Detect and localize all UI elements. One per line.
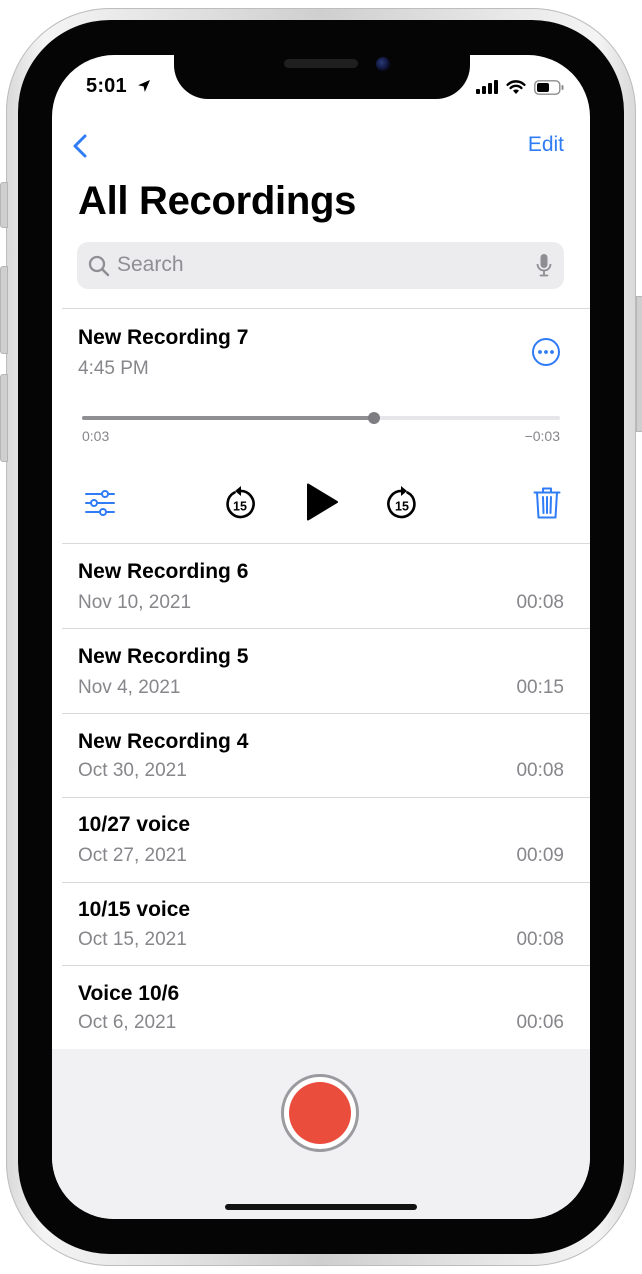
recording-duration: 00:09 (516, 845, 564, 866)
skip-forward-button[interactable]: 15 (382, 483, 422, 523)
recording-duration: 00:15 (516, 677, 564, 698)
recording-duration: 00:08 (516, 592, 564, 613)
recording-date: Oct 30, 2021 (78, 760, 187, 781)
recording-date: Oct 27, 2021 (78, 845, 187, 866)
status-time: 5:01 (86, 75, 151, 98)
recording-date: Nov 10, 2021 (78, 592, 192, 613)
skip-forward-seconds: 15 (395, 500, 409, 514)
chevron-left-icon (73, 134, 87, 158)
divider (62, 308, 590, 309)
more-options-button[interactable] (531, 337, 561, 367)
volume-up-button (0, 266, 8, 354)
recording-duration: 00:06 (516, 1012, 564, 1033)
skip-back-button[interactable]: 15 (220, 483, 260, 523)
record-dot-icon (289, 1082, 351, 1144)
mic-icon[interactable] (536, 253, 552, 278)
search-bar[interactable] (77, 242, 564, 289)
recording-duration: 00:08 (516, 929, 564, 950)
search-icon (88, 255, 110, 277)
list-item[interactable]: New Recording 4 Oct 30, 2021 00:08 (52, 713, 590, 797)
selected-recording-name[interactable]: New Recording 7 (78, 326, 248, 350)
selected-recording-time: 4:45 PM (78, 358, 149, 379)
remaining-time: −0:03 (524, 428, 560, 444)
list-item[interactable]: 10/27 voice Oct 27, 2021 00:09 (52, 797, 590, 882)
back-button[interactable] (66, 131, 96, 161)
power-button (636, 296, 642, 432)
elapsed-time: 0:03 (82, 428, 110, 444)
ellipsis-circle-icon (532, 338, 560, 366)
wifi-icon (506, 79, 526, 94)
page-title: All Recordings (78, 179, 357, 223)
delete-button[interactable] (530, 485, 564, 521)
front-camera (376, 57, 390, 71)
volume-down-button (0, 374, 8, 462)
recording-name: New Recording 5 (78, 645, 249, 668)
recording-name: New Recording 6 (78, 560, 249, 583)
recording-name: 10/15 voice (78, 898, 191, 921)
cellular-signal-icon (476, 80, 498, 94)
recording-date: Oct 6, 2021 (78, 1012, 177, 1033)
sliders-icon (85, 490, 115, 516)
battery-icon (534, 79, 564, 95)
play-button[interactable] (302, 481, 342, 523)
scrubber-handle[interactable] (367, 412, 380, 424)
recording-date: Nov 4, 2021 (78, 677, 181, 698)
mute-switch (0, 182, 8, 228)
trash-icon (533, 487, 561, 519)
options-button[interactable] (82, 485, 118, 521)
home-indicator[interactable] (225, 1204, 417, 1210)
list-item[interactable]: New Recording 5 Nov 4, 2021 00:15 (52, 628, 590, 713)
playback-scrubber[interactable] (82, 412, 560, 424)
skip-back-15-icon: 15 (226, 486, 255, 519)
playback-progress (82, 416, 374, 420)
recording-duration: 00:08 (516, 760, 564, 781)
status-icons (476, 77, 564, 97)
record-button[interactable] (281, 1074, 359, 1152)
recording-name: Voice 10/6 (78, 982, 180, 1005)
search-input[interactable] (117, 250, 507, 280)
list-item[interactable]: 10/15 voice Oct 15, 2021 00:08 (52, 882, 590, 965)
screen: 5:01 Edit All Recordings Search New Reco… (52, 55, 590, 1219)
skip-back-seconds: 15 (233, 500, 247, 514)
edit-button[interactable]: Edit (528, 133, 564, 157)
skip-forward-15-icon: 15 (387, 486, 416, 519)
location-arrow-icon (137, 80, 150, 92)
list-item[interactable]: New Recording 6 Nov 10, 2021 00:08 (52, 543, 590, 628)
recording-name: New Recording 4 (78, 730, 249, 753)
recording-date: Oct 15, 2021 (78, 929, 187, 950)
list-item[interactable]: Voice 10/6 Oct 6, 2021 00:06 (52, 965, 590, 1049)
recording-name: 10/27 voice (78, 813, 191, 836)
earpiece-speaker (284, 59, 358, 68)
status-time-label: 5:01 (86, 75, 127, 97)
play-icon (307, 483, 338, 521)
